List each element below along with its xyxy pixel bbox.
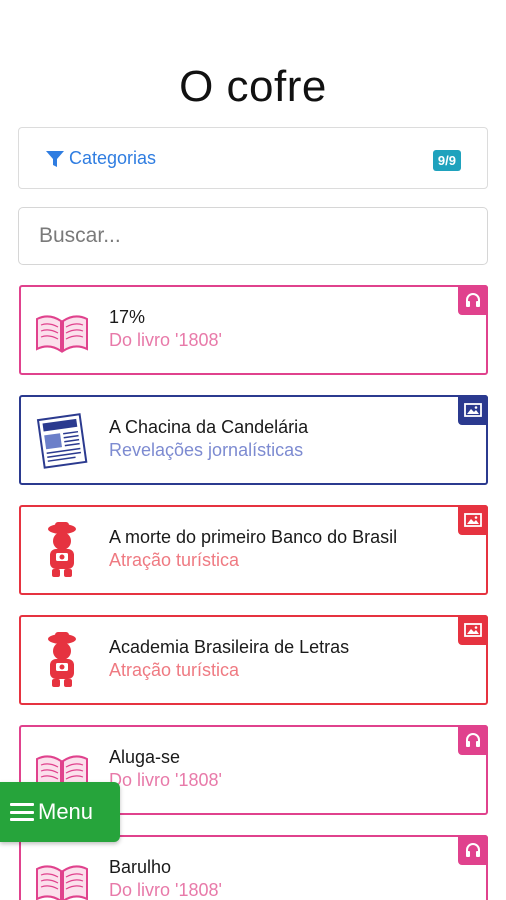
item-subtitle: Do livro '1808' [109, 330, 222, 350]
image-icon [458, 505, 488, 535]
item-title: Academia Brasileira de Letras [109, 637, 350, 657]
menu-button[interactable]: Menu [0, 782, 120, 842]
headphones-icon [458, 835, 488, 865]
item-subtitle: Atração turística [109, 550, 240, 570]
tourist-mascot-icon [48, 522, 76, 577]
page-title: O cofre [179, 62, 327, 111]
categories-count-badge: 9/9 [432, 150, 461, 171]
menu-label: Menu [38, 799, 94, 824]
item-subtitle: Revelações jornalísticas [109, 440, 304, 460]
search-input[interactable] [18, 207, 488, 265]
image-icon [458, 395, 488, 425]
list-item[interactable]: 17% Do livro '1808' [19, 285, 488, 375]
item-subtitle: Do livro '1808' [109, 880, 222, 900]
hamburger-icon [10, 803, 34, 821]
categories-panel: Categorias 9/9 [18, 127, 488, 189]
list-item[interactable]: A Chacina da Candelária Revelações jorna… [19, 395, 488, 485]
headphones-icon [458, 285, 488, 315]
categories-filter-link[interactable]: Categorias [45, 148, 156, 169]
item-subtitle: Do livro '1808' [109, 770, 222, 790]
item-subtitle: Atração turística [109, 660, 240, 680]
item-title: 17% [109, 307, 146, 327]
item-title: Aluga-se [109, 747, 181, 767]
list-item[interactable]: Academia Brasileira de Letras Atração tu… [19, 615, 488, 705]
categories-label: Categorias [69, 148, 157, 168]
book-icon [36, 315, 88, 353]
book-icon [36, 865, 88, 900]
item-title: A morte do primeiro Banco do Brasil [109, 527, 398, 547]
tourist-mascot-icon [48, 632, 76, 687]
headphones-icon [458, 725, 488, 755]
image-icon [458, 615, 488, 645]
item-title: A Chacina da Candelária [109, 417, 309, 437]
item-title: Barulho [109, 857, 172, 877]
filter-icon [46, 150, 64, 167]
list-item[interactable]: A morte do primeiro Banco do Brasil Atra… [19, 505, 488, 595]
list-item[interactable]: Barulho Do livro '1808' [19, 835, 488, 900]
newspaper-icon [36, 413, 88, 469]
